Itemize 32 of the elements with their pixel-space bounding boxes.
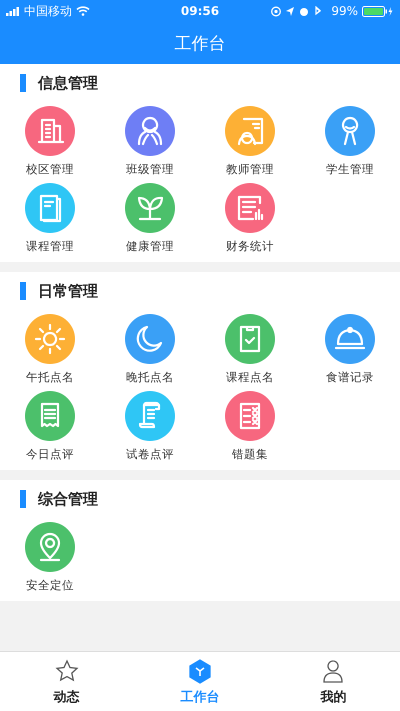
tab-item[interactable]: 动态	[0, 652, 134, 711]
section-title: 信息管理	[38, 74, 98, 92]
workspace-item[interactable]: 校区管理	[0, 106, 100, 177]
workspace-item[interactable]: 班级管理	[100, 106, 200, 177]
section-marker	[20, 74, 26, 92]
workspace-item[interactable]: 课程管理	[0, 183, 100, 254]
workspace-item[interactable]: 学生管理	[300, 106, 400, 177]
signal-icon	[6, 6, 20, 16]
section-marker	[20, 490, 26, 508]
workspace-item[interactable]: 教师管理	[200, 106, 300, 177]
workspace-item[interactable]: 晚托点名	[100, 314, 200, 385]
workspace-item[interactable]: 食谱记录	[300, 314, 400, 385]
carrier-name: 中国移动	[24, 2, 72, 20]
battery-percent: 99%	[331, 4, 358, 18]
workspace-item[interactable]: 错题集	[200, 391, 300, 462]
tab-item[interactable]: 我的	[266, 652, 400, 711]
battery-icon	[362, 6, 394, 16]
section-title: 日常管理	[38, 282, 98, 300]
section-marker	[20, 282, 26, 300]
workspace-item[interactable]: 午托点名	[0, 314, 100, 385]
page-title: 工作台	[174, 32, 226, 54]
workspace-item[interactable]: 安全定位	[0, 522, 100, 593]
wifi-icon	[76, 6, 90, 16]
workspace-item[interactable]: 试卷点评	[100, 391, 200, 462]
status-time: 09:56	[180, 4, 220, 18]
workspace-item[interactable]: 今日点评	[0, 391, 100, 462]
workspace-item[interactable]: 健康管理	[100, 183, 200, 254]
star-icon	[54, 658, 80, 684]
workspace-item[interactable]: 财务统计	[200, 183, 300, 254]
workspace-item[interactable]: 课程点名	[200, 314, 300, 385]
hexagon-icon	[186, 658, 213, 684]
section-title: 综合管理	[38, 490, 98, 508]
